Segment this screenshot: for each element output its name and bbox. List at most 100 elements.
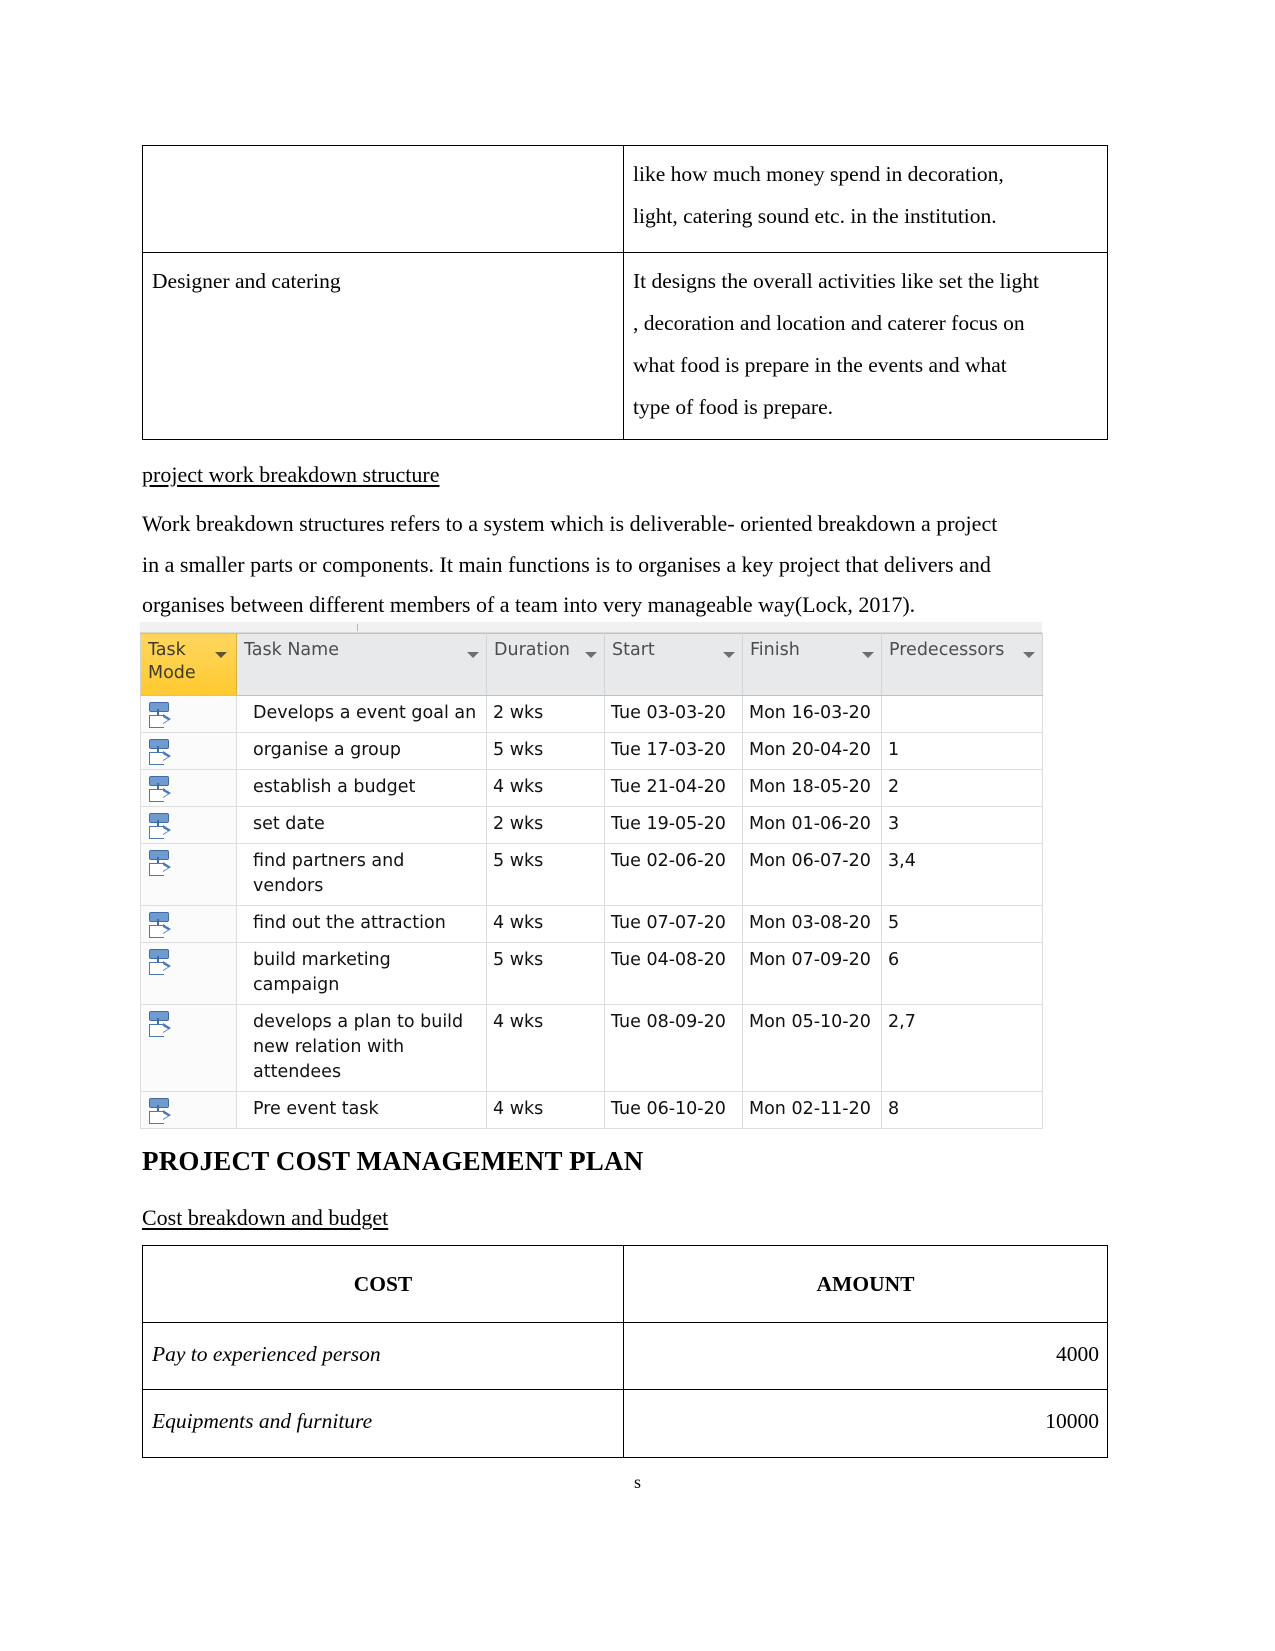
auto-schedule-icon xyxy=(147,737,177,767)
timeline-strip xyxy=(140,622,1042,633)
duration-cell[interactable]: 4 wks xyxy=(486,905,605,943)
task-grid-body: Develops a event goal an 2 wks Tue 03-03-2… xyxy=(140,695,1043,1129)
task-row[interactable]: Pre event task 4 wks Tue 06-10-20 Mon 02-11… xyxy=(140,1091,1043,1129)
column-header-task-name[interactable]: Task Name xyxy=(236,633,487,696)
start-date-cell[interactable]: Tue 02-06-20 xyxy=(604,843,743,906)
finish-date-cell[interactable]: Mon 03-08-20 xyxy=(742,905,882,943)
finish-date-cell[interactable]: Mon 02-11-20 xyxy=(742,1091,882,1129)
column-header-duration[interactable]: Duration xyxy=(486,633,605,696)
task-mode-cell[interactable] xyxy=(140,843,237,906)
task-name-cell[interactable]: find partners and vendors xyxy=(236,843,487,906)
task-row[interactable]: develops a plan to build new relation wi… xyxy=(140,1004,1043,1092)
chevron-down-icon[interactable] xyxy=(723,652,735,658)
column-header-task-mode[interactable]: Task Mode xyxy=(140,633,237,696)
task-mode-cell[interactable] xyxy=(140,732,237,770)
task-row[interactable]: set date 2 wks Tue 19-05-20 Mon 01-06-20 3 xyxy=(140,806,1043,844)
auto-schedule-icon xyxy=(147,700,177,730)
description-line: what food is prepare in the events and w… xyxy=(633,352,1007,377)
duration-cell[interactable]: 2 wks xyxy=(486,806,605,844)
start-date-cell[interactable]: Tue 04-08-20 xyxy=(604,942,743,1005)
duration-cell[interactable]: 5 wks xyxy=(486,942,605,1005)
task-name-cell[interactable]: find out the attraction xyxy=(236,905,487,943)
predecessors-cell[interactable]: 2,7 xyxy=(881,1004,1043,1092)
auto-schedule-icon xyxy=(147,811,177,841)
task-name-cell[interactable]: develops a plan to build new relation wi… xyxy=(236,1004,487,1092)
finish-date-cell[interactable]: Mon 18-05-20 xyxy=(742,769,882,807)
task-row[interactable]: Develops a event goal an 2 wks Tue 03-03-2… xyxy=(140,695,1043,733)
task-name-cell[interactable]: organise a group xyxy=(236,732,487,770)
predecessors-cell[interactable]: 3,4 xyxy=(881,843,1043,906)
table-cell-role xyxy=(142,145,624,253)
task-name-cell[interactable]: build marketing campaign xyxy=(236,942,487,1005)
chevron-down-icon[interactable] xyxy=(862,652,874,658)
finish-date-cell[interactable]: Mon 06-07-20 xyxy=(742,843,882,906)
description-line: type of food is prepare. xyxy=(633,394,833,419)
finish-date-cell[interactable]: Mon 20-04-20 xyxy=(742,732,882,770)
table-row: like how much money spend in decoration,… xyxy=(142,145,1108,253)
predecessors-cell[interactable]: 1 xyxy=(881,732,1043,770)
cost-subheading: Cost breakdown and budget xyxy=(142,1205,389,1230)
chevron-down-icon[interactable] xyxy=(1023,652,1035,658)
column-header-label: Task Name xyxy=(244,640,339,660)
duration-cell[interactable]: 4 wks xyxy=(486,1004,605,1092)
task-name-cell[interactable]: Pre event task xyxy=(236,1091,487,1129)
column-header-finish[interactable]: Finish xyxy=(742,633,882,696)
task-mode-cell[interactable] xyxy=(140,769,237,807)
auto-schedule-icon xyxy=(147,774,177,804)
duration-cell[interactable]: 5 wks xyxy=(486,732,605,770)
task-mode-cell[interactable] xyxy=(140,905,237,943)
task-mode-cell[interactable] xyxy=(140,942,237,1005)
task-mode-cell[interactable] xyxy=(140,1004,237,1092)
finish-date-cell[interactable]: Mon 01-06-20 xyxy=(742,806,882,844)
finish-date-cell[interactable]: Mon 07-09-20 xyxy=(742,942,882,1005)
task-name-cell[interactable]: establish a budget xyxy=(236,769,487,807)
task-row[interactable]: build marketing campaign 5 wks Tue 04-08-2… xyxy=(140,942,1043,1005)
chevron-down-icon[interactable] xyxy=(215,652,227,658)
predecessors-cell[interactable]: 2 xyxy=(881,769,1043,807)
task-row[interactable]: establish a budget 4 wks Tue 21-04-20 Mon 1… xyxy=(140,769,1043,807)
duration-cell[interactable]: 4 wks xyxy=(486,769,605,807)
start-date-cell[interactable]: Tue 06-10-20 xyxy=(604,1091,743,1129)
predecessors-cell[interactable]: 5 xyxy=(881,905,1043,943)
task-mode-cell[interactable] xyxy=(140,806,237,844)
cost-table-header-row: COST AMOUNT xyxy=(142,1245,1108,1323)
start-date-cell[interactable]: Tue 21-04-20 xyxy=(604,769,743,807)
chevron-down-icon[interactable] xyxy=(585,652,597,658)
start-date-cell[interactable]: Tue 08-09-20 xyxy=(604,1004,743,1092)
start-date-cell[interactable]: Tue 07-07-20 xyxy=(604,905,743,943)
finish-date-cell[interactable]: Mon 16-03-20 xyxy=(742,695,882,733)
predecessors-cell[interactable]: 3 xyxy=(881,806,1043,844)
task-grid: Task Mode Task Name Duration Start Finis… xyxy=(140,633,1043,1129)
task-mode-cell[interactable] xyxy=(140,695,237,733)
task-name-cell[interactable]: set date xyxy=(236,806,487,844)
predecessors-cell[interactable] xyxy=(881,695,1043,733)
duration-cell[interactable]: 4 wks xyxy=(486,1091,605,1129)
task-name-cell[interactable]: Develops a event goal an xyxy=(236,695,487,733)
wbs-heading: project work breakdown structure xyxy=(142,462,440,487)
chevron-down-icon[interactable] xyxy=(467,652,479,658)
task-row[interactable]: find partners and vendors 5 wks Tue 02-06-… xyxy=(140,843,1043,906)
paragraph-line: Work breakdown structures refers to a sy… xyxy=(142,511,998,536)
column-header-predecessors[interactable]: Predecessors xyxy=(881,633,1043,696)
auto-schedule-icon xyxy=(147,848,177,878)
duration-cell[interactable]: 5 wks xyxy=(486,843,605,906)
duration-cell[interactable]: 2 wks xyxy=(486,695,605,733)
paragraph-line: in a smaller parts or components. It mai… xyxy=(142,551,991,577)
auto-schedule-icon xyxy=(147,910,177,940)
column-header-label: Start xyxy=(612,640,655,660)
predecessors-cell[interactable]: 8 xyxy=(881,1091,1043,1129)
table-cell-description: like how much money spend in decoration,… xyxy=(623,145,1108,253)
amount-column-header: AMOUNT xyxy=(623,1245,1108,1323)
description-line: , decoration and location and caterer fo… xyxy=(633,310,1025,335)
task-row[interactable]: organise a group 5 wks Tue 17-03-20 Mon 20-… xyxy=(140,732,1043,770)
column-header-start[interactable]: Start xyxy=(604,633,743,696)
start-date-cell[interactable]: Tue 03-03-20 xyxy=(604,695,743,733)
column-header-label: Duration xyxy=(494,640,571,660)
finish-date-cell[interactable]: Mon 05-10-20 xyxy=(742,1004,882,1092)
task-mode-cell[interactable] xyxy=(140,1091,237,1129)
start-date-cell[interactable]: Tue 17-03-20 xyxy=(604,732,743,770)
task-row[interactable]: find out the attraction 4 wks Tue 07-07-20… xyxy=(140,905,1043,943)
predecessors-cell[interactable]: 6 xyxy=(881,942,1043,1005)
column-header-label: Task Mode xyxy=(148,640,196,683)
start-date-cell[interactable]: Tue 19-05-20 xyxy=(604,806,743,844)
